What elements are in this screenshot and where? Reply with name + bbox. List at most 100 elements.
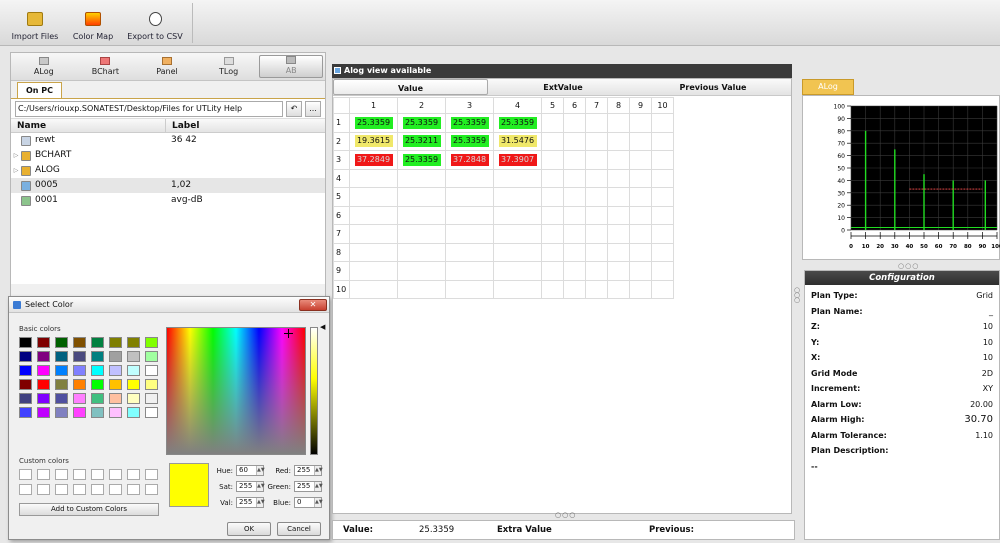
grid-cell[interactable] [629,261,652,281]
basic-color-swatch[interactable] [91,407,104,418]
spin-arrows-icon[interactable]: ▲▼ [314,482,323,491]
grid-cell[interactable]: 25.3359 [445,131,494,151]
grid-column-header[interactable]: 8 [607,97,630,114]
grid-cell[interactable] [349,168,398,188]
grid-cell[interactable]: 25.3359 [349,113,398,133]
grid-column-header[interactable]: 3 [445,97,494,114]
grid-row-header[interactable]: 10 [333,279,350,299]
grid-column-header[interactable]: 10 [651,97,674,114]
grid-cell[interactable] [607,205,630,225]
grid-cell[interactable] [563,113,586,133]
basic-color-swatch[interactable] [73,393,86,404]
grid-cell[interactable] [585,131,608,151]
grid-column-header[interactable]: 4 [493,97,542,114]
grid-cell[interactable]: 37.2849 [349,150,398,170]
basic-color-swatch[interactable] [145,365,158,376]
grid-cell[interactable] [651,205,674,225]
basic-color-swatch[interactable] [109,365,122,376]
grid-row-header[interactable]: 6 [333,205,350,225]
custom-color-swatch[interactable] [73,484,86,495]
grid-cell[interactable] [445,242,494,262]
grid-cell[interactable] [607,242,630,262]
grid-cell[interactable] [445,224,494,244]
tree-row[interactable]: ▷ ALOG [11,163,325,178]
basic-color-swatch[interactable] [145,351,158,362]
grid-cell[interactable] [397,187,446,207]
grid-cell[interactable] [651,187,674,207]
grid-cell[interactable] [563,168,586,188]
grid-cell[interactable] [651,261,674,281]
grid-cell[interactable] [349,205,398,225]
basic-color-swatch[interactable] [73,407,86,418]
grid-row-header[interactable]: 1 [333,113,350,133]
basic-color-swatch[interactable] [145,407,158,418]
grid-cell[interactable] [607,187,630,207]
view-panel-button[interactable]: Panel [136,55,198,78]
spin-arrows-icon[interactable]: ▲▼ [256,482,265,491]
cancel-button[interactable]: Cancel [277,522,321,536]
basic-color-swatch[interactable] [127,379,140,390]
grid-cell[interactable] [651,242,674,262]
grid-cell[interactable] [629,205,652,225]
checkbox-icon[interactable] [334,67,341,74]
col-header-name[interactable]: Name [11,119,166,132]
expand-arrow-icon[interactable]: ▷ [11,148,21,163]
grid-cell[interactable] [585,261,608,281]
tree-row[interactable]: 0005 1,02 [11,178,325,193]
grid-cell[interactable] [585,242,608,262]
grid-cell[interactable] [349,242,398,262]
grid-row-header[interactable]: 8 [333,242,350,262]
custom-color-swatch[interactable] [145,469,158,480]
grid-cell[interactable] [651,224,674,244]
grid-cell[interactable] [445,168,494,188]
grid-cell[interactable] [607,224,630,244]
custom-color-swatch[interactable] [145,484,158,495]
color-map-button[interactable]: Color Map [64,0,122,46]
grid-cell[interactable] [493,168,542,188]
grid-cell[interactable] [541,224,564,244]
grid-cell[interactable] [541,150,564,170]
col-header-label[interactable]: Label [166,119,199,132]
basic-color-swatch[interactable] [55,393,68,404]
basic-color-swatch[interactable] [145,393,158,404]
grid-row-header[interactable]: 9 [333,261,350,281]
custom-color-swatch[interactable] [37,484,50,495]
tree-row[interactable]: 0001 avg-dB [11,193,325,208]
grid-cell[interactable] [563,242,586,262]
grid-cell[interactable] [541,187,564,207]
grid-cell[interactable] [397,242,446,262]
grid-cell[interactable] [563,279,586,299]
grid-cell[interactable] [585,113,608,133]
grid-cell[interactable] [585,279,608,299]
grid-row-header[interactable]: 7 [333,224,350,244]
basic-color-swatch[interactable] [127,407,140,418]
grid-column-header[interactable]: 9 [629,97,652,114]
grid-cell[interactable] [445,279,494,299]
resize-grip-icon[interactable]: ○○○ [898,262,919,270]
grid-cell[interactable] [563,131,586,151]
view-bchart-button[interactable]: BChart [75,55,137,78]
grid-cell[interactable] [397,205,446,225]
grid-cell[interactable] [607,113,630,133]
basic-color-swatch[interactable] [55,337,68,348]
basic-color-swatch[interactable] [19,351,32,362]
custom-color-swatch[interactable] [127,484,140,495]
grid-cell[interactable] [397,168,446,188]
custom-color-swatch[interactable] [127,469,140,480]
hue-spinbox[interactable]: 60 ▲▼ [236,465,265,476]
grid-cell[interactable] [607,279,630,299]
custom-color-swatch[interactable] [19,484,32,495]
luminance-slider[interactable] [310,327,318,455]
basic-color-swatch[interactable] [55,365,68,376]
basic-color-swatch[interactable] [19,379,32,390]
basic-color-swatch[interactable] [73,365,86,376]
color-spectrum-picker[interactable] [166,327,306,455]
grid-cell[interactable] [651,279,674,299]
spin-arrows-icon[interactable]: ▲▼ [256,466,265,475]
custom-color-swatch[interactable] [91,484,104,495]
grid-cell[interactable]: 25.3359 [493,113,542,133]
basic-color-swatch[interactable] [19,337,32,348]
dialog-title-bar[interactable]: Select Color [9,297,329,313]
view-ab-button[interactable]: AB [259,55,323,78]
custom-color-swatch[interactable] [109,484,122,495]
